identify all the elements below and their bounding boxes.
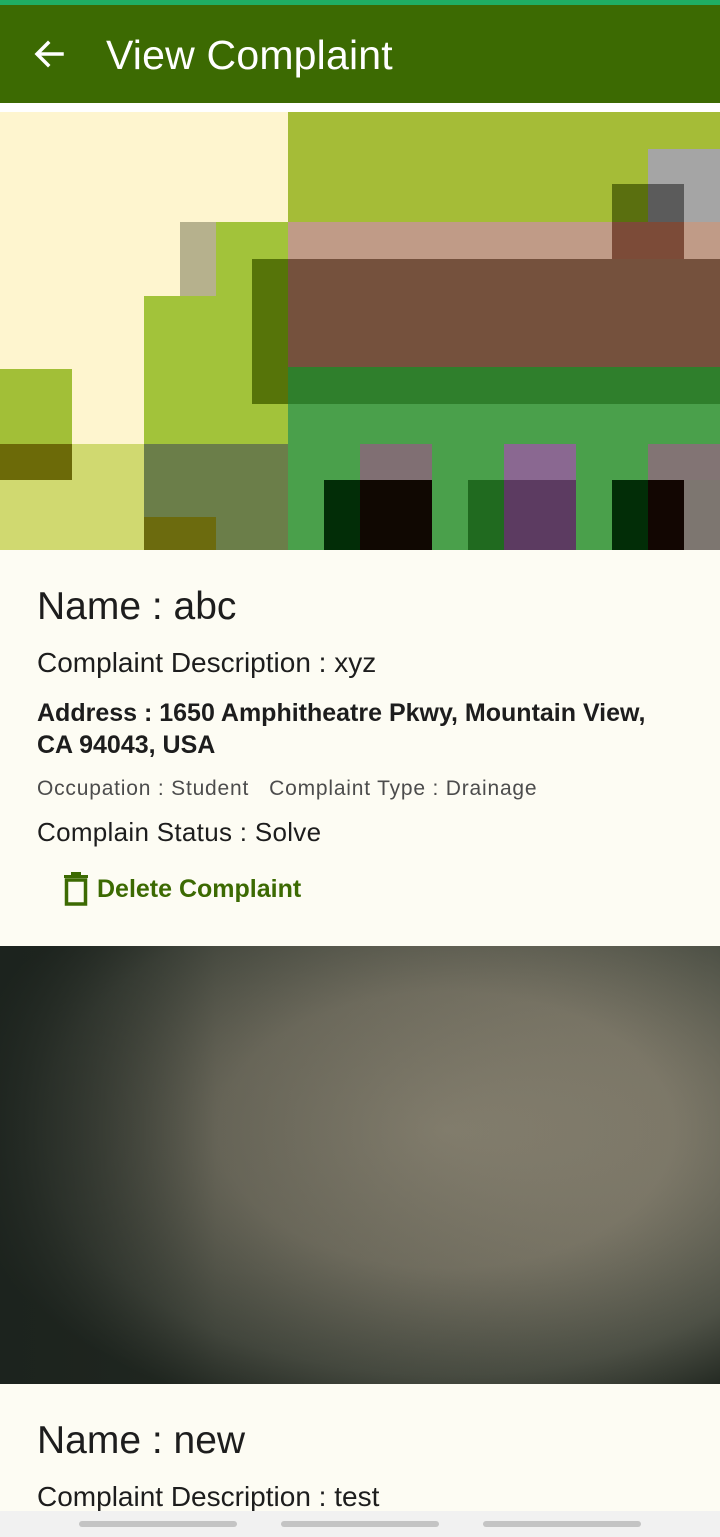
complaint-card: Name : new Complaint Description : test bbox=[0, 946, 720, 1526]
complaint-name: Name : abc bbox=[37, 585, 237, 628]
complaint-description: Complaint Description : test bbox=[37, 1481, 380, 1512]
page-title: View Complaint bbox=[106, 32, 393, 78]
complaint-card: Name : abc Complaint Description : xyz A… bbox=[0, 112, 720, 946]
complaint-meta: Occupation : Student Complaint Type : Dra… bbox=[37, 776, 537, 802]
complaint-list[interactable]: Name : abc Complaint Description : xyz A… bbox=[0, 103, 720, 1537]
complaint-photo bbox=[0, 946, 720, 1384]
complaint-photo bbox=[0, 112, 720, 550]
occupation-label: Occupation : Student bbox=[37, 777, 250, 800]
complaint-name: Name : new bbox=[37, 1419, 246, 1462]
nav-handle[interactable] bbox=[79, 1521, 237, 1527]
complaint-description: Complaint Description : xyz bbox=[37, 647, 377, 678]
app-bar: View Complaint bbox=[0, 5, 720, 103]
delete-complaint-label: Delete Complaint bbox=[97, 874, 302, 903]
nav-handle[interactable] bbox=[281, 1521, 439, 1527]
arrow-left-icon[interactable] bbox=[28, 33, 70, 75]
system-navigation-bar bbox=[0, 1511, 720, 1537]
nav-handle[interactable] bbox=[483, 1521, 641, 1527]
delete-complaint-button[interactable]: Delete Complaint bbox=[63, 869, 301, 909]
complaint-status: Complain Status : Solve bbox=[37, 817, 322, 847]
complaint-address: Address : 1650 Amphitheatre Pkwy, Mounta… bbox=[37, 699, 646, 759]
trash-icon bbox=[64, 872, 88, 906]
complaint-type-label: Complaint Type : Drainage bbox=[269, 777, 538, 800]
